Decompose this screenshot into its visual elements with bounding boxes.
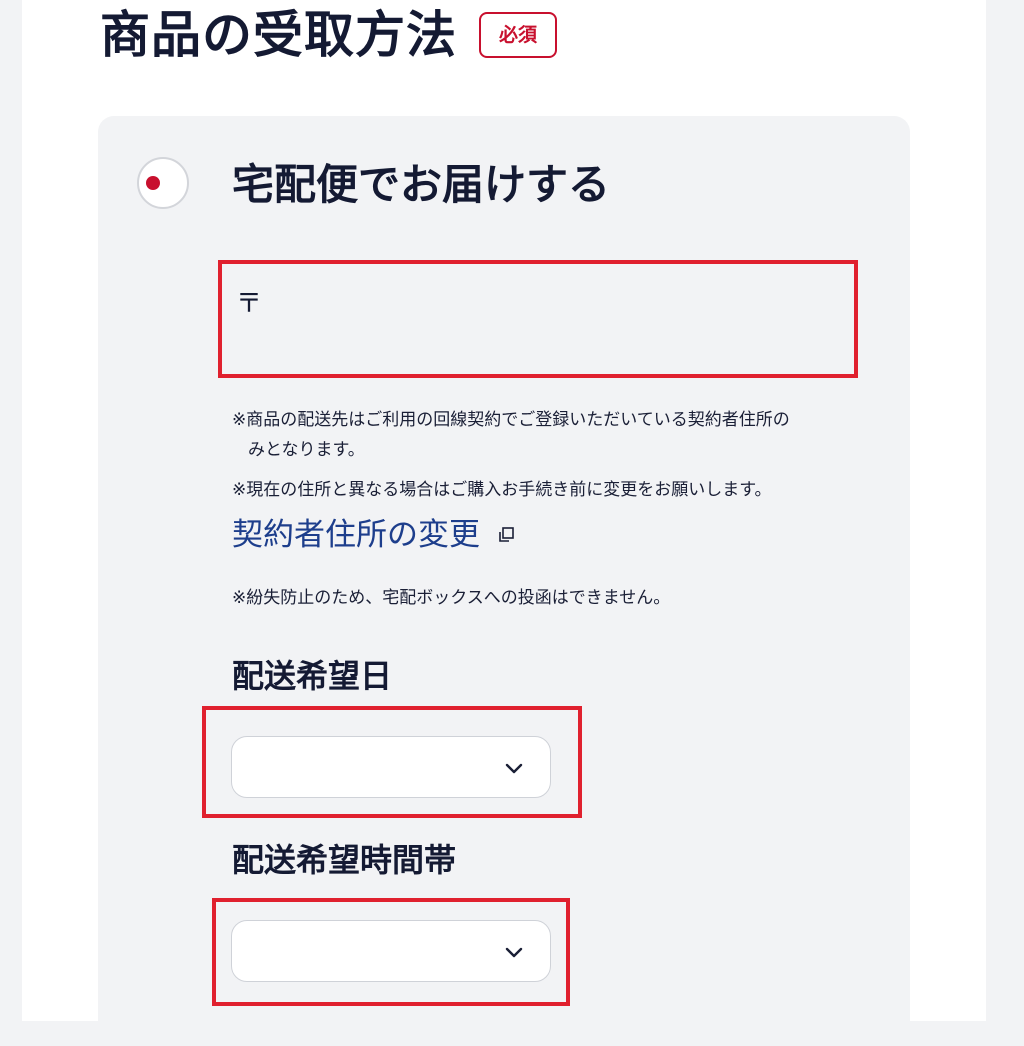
postal-mark: 〒 — [236, 289, 263, 319]
chevron-down-icon — [504, 943, 524, 963]
required-badge: 必須 — [479, 12, 558, 58]
radio-selected-icon[interactable] — [137, 157, 189, 209]
address-display-box: 〒 — [218, 260, 858, 378]
chevron-down-icon — [504, 759, 524, 779]
delivery-time-select[interactable] — [231, 920, 551, 982]
page-panel: 商品の受取方法 必須 宅配便でお届けする 〒 ※商品の配送先はご利用の回線契約で… — [22, 0, 986, 1046]
page-title: 商品の受取方法 — [100, 6, 457, 64]
address-change-note: ※現在の住所と異なる場合はご購入お手続き前に変更をお願いします。 — [232, 480, 772, 500]
delivery-option-card[interactable]: 宅配便でお届けする 〒 ※商品の配送先はご利用の回線契約でご登録いただいている契… — [98, 116, 910, 1046]
shipping-address-note: ※商品の配送先はご利用の回線契約でご登録いただいている契約者住所の — [232, 410, 790, 430]
delivery-box-note: ※紛失防止のため、宅配ボックスへの投函はできません。 — [232, 588, 671, 608]
delivery-date-select[interactable] — [231, 736, 551, 798]
shipping-address-note-continued: みとなります。 — [248, 440, 365, 460]
delivery-option-label[interactable]: 宅配便でお届けする — [232, 156, 610, 214]
delivery-date-label: 配送希望日 — [232, 657, 393, 695]
change-address-link[interactable]: 契約者住所の変更 — [232, 512, 516, 558]
change-address-link-label[interactable]: 契約者住所の変更 — [232, 512, 480, 558]
section-heading: 商品の受取方法 必須 — [100, 0, 558, 70]
delivery-time-label: 配送希望時間帯 — [232, 841, 457, 879]
radio-dot — [146, 176, 160, 190]
external-window-icon — [498, 526, 516, 544]
